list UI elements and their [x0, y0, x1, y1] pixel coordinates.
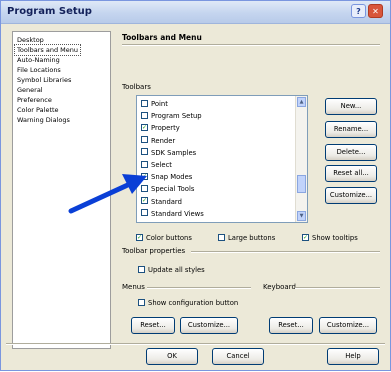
- annotation-arrow-icon: [68, 174, 147, 214]
- program-setup-dialog: Program Setup ? ✕ Desktop Toolbars and Me…: [0, 0, 391, 371]
- arrow-shaft: [68, 180, 135, 214]
